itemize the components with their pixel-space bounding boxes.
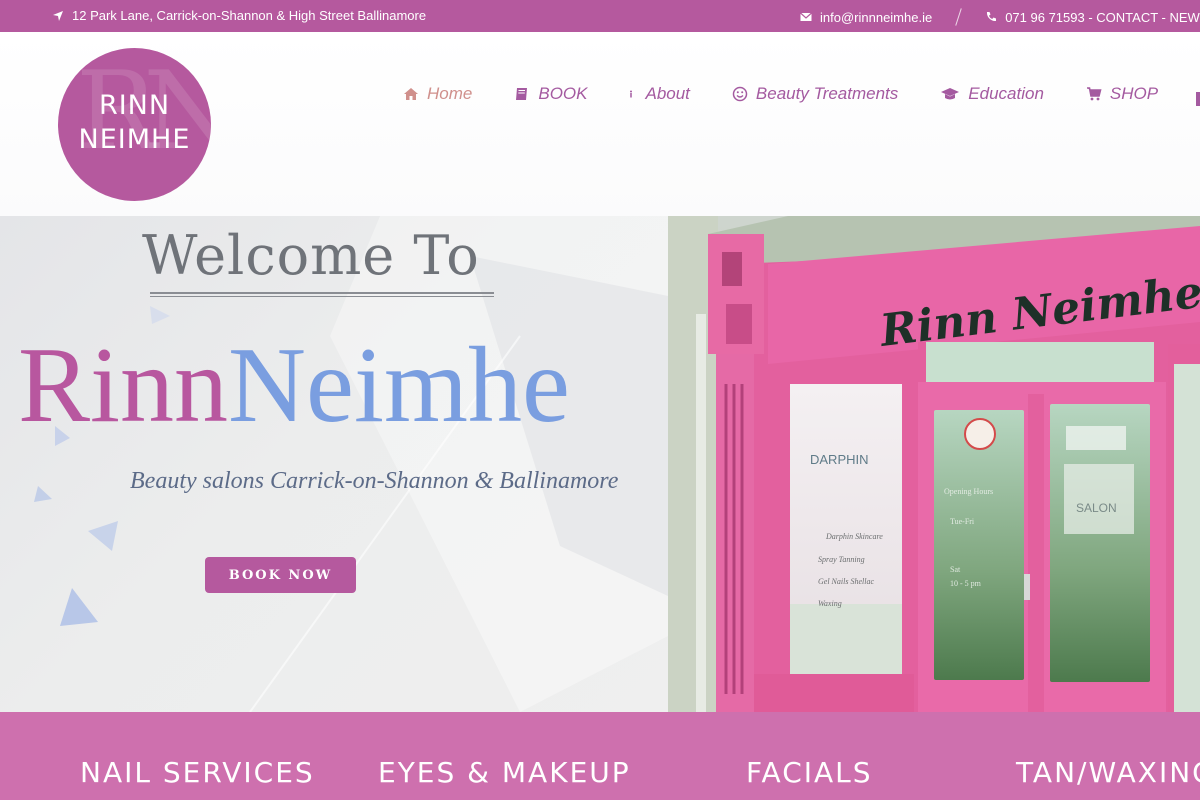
nav-education[interactable]: Education [940,84,1044,104]
svg-text:10 - 5 pm: 10 - 5 pm [950,579,982,588]
nav-education-label: Education [968,84,1044,103]
phone-contact-link[interactable]: 071 96 71593 - CONTACT - NEW [1005,10,1200,25]
services-bar: NAIL SERVICES EYES & MAKEUP FACIALS TAN/… [0,712,1200,800]
info-icon [630,90,633,98]
nav-beauty-treatments[interactable]: Beauty Treatments [732,84,898,104]
svg-text:Waxing: Waxing [818,599,842,608]
address-block: 12 Park Lane, Carrick-on-Shannon & High … [52,8,426,23]
hero-text-panel: Welcome To RinnNeimhe Beauty salons Carr… [0,216,668,712]
home-icon [404,88,418,100]
hero-section: Welcome To RinnNeimhe Beauty salons Carr… [0,216,1200,712]
envelope-icon [800,12,812,21]
door-badge-text: SALON [1076,501,1117,515]
graduation-cap-icon [941,88,960,100]
service-facials[interactable]: FACIALS [746,756,873,789]
smile-icon [732,86,748,102]
top-info-bar: 12 Park Lane, Carrick-on-Shannon & High … [0,0,1200,32]
nav-home[interactable]: Home [403,84,472,104]
main-navigation: Home BOOK About Beauty Treatments Educat… [403,84,1200,104]
book-icon [516,88,528,100]
nav-about[interactable]: About [629,84,690,104]
nav-about-label: About [645,84,690,103]
book-now-button[interactable]: BOOK NOW [205,557,356,593]
email-link[interactable]: info@rinnneimhe.ie [820,10,932,25]
address-text: 12 Park Lane, Carrick-on-Shannon & High … [72,8,427,23]
service-eyes-makeup[interactable]: EYES & MAKEUP [378,756,631,789]
nav-home-label: Home [427,84,473,103]
svg-text:Gel Nails Shellac: Gel Nails Shellac [818,577,874,586]
service-nail-services[interactable]: NAIL SERVICES [80,756,315,789]
nav-book-label: BOOK [538,84,588,103]
brand-title: RinnNeimhe [18,324,570,448]
location-arrow-icon [53,10,63,21]
svg-text:Darphin Skincare: Darphin Skincare [825,532,883,541]
site-logo[interactable]: RN RINN NEIMHE [58,48,211,201]
svg-text:Opening Hours: Opening Hours [944,487,993,496]
contact-block: info@rinnneimhe.ie 071 96 71593 - CONTAC… [800,8,1200,26]
phone-icon [987,12,997,22]
divider [955,8,962,26]
hero-tagline: Beauty salons Carrick-on-Shannon & Balli… [130,468,619,494]
nav-beauty-treatments-label: Beauty Treatments [755,84,899,103]
nav-book[interactable]: BOOK [514,84,587,104]
svg-text:Tue-Fri: Tue-Fri [950,517,975,526]
svg-text:Spray Tanning: Spray Tanning [818,555,865,564]
heading-underline-2 [150,296,494,297]
overflow-icon [1196,92,1200,106]
heading-underline-1 [150,292,494,294]
nav-overflow-item[interactable] [1194,92,1200,106]
window-brand-text: DARPHIN [810,452,869,467]
svg-text:Sat: Sat [950,565,961,574]
salon-storefront-photo: Rinn Neimhe DARPHIN Darphin Skincare Spr… [668,216,1200,712]
brand-title-part-2: Neimhe [228,326,570,445]
geometric-background [34,216,668,712]
brand-title-part-1: Rinn [18,326,229,445]
cart-icon [1086,87,1102,101]
welcome-heading: Welcome To [142,224,480,287]
logo-line-1: RINN [98,90,171,121]
nav-shop[interactable]: SHOP [1086,84,1158,104]
service-tan-waxing[interactable]: TAN/WAXING [1016,756,1200,789]
nav-shop-label: SHOP [1109,84,1159,103]
logo-line-2: NEIMHE [78,124,191,155]
